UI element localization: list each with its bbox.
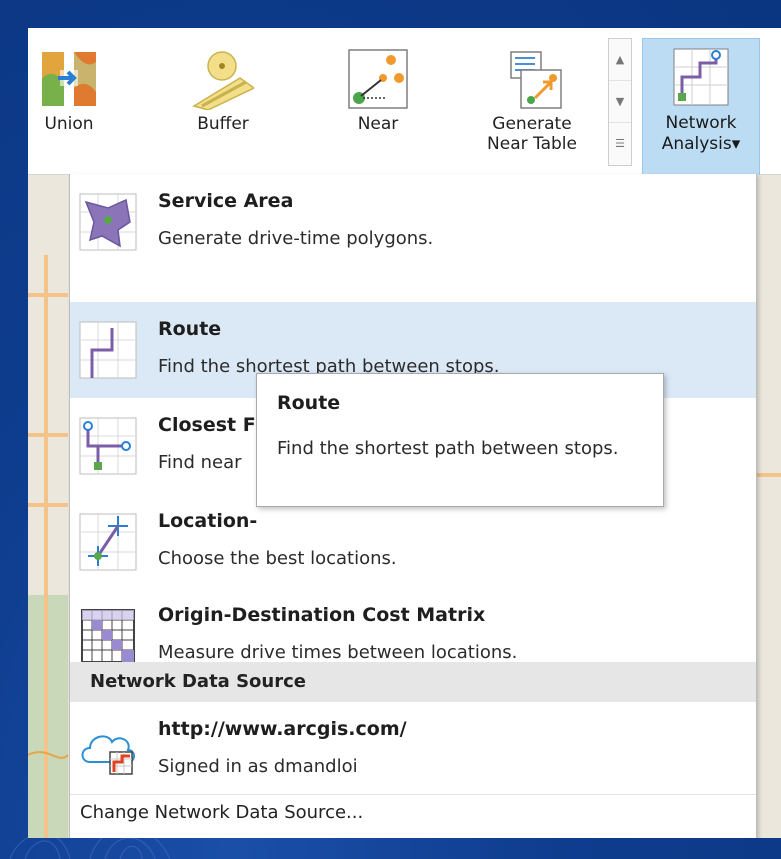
- buffer-label: Buffer: [197, 114, 249, 134]
- generate-label-line2: Near Table: [487, 134, 577, 154]
- near-icon: [348, 49, 408, 109]
- network-label-line2: Analysis: [661, 134, 732, 154]
- union-label: Union: [44, 114, 94, 134]
- buffer-icon: [192, 51, 254, 110]
- gallery-scroll-up-button[interactable]: ▲: [609, 39, 631, 81]
- location-allocation-desc: Choose the best locations.: [158, 548, 397, 569]
- generate-label-line1: Generate: [492, 114, 572, 134]
- network-analysis-icon: [673, 48, 729, 106]
- union-icon: [42, 52, 96, 106]
- od-cost-matrix-title: Origin-Destination Cost Matrix: [158, 604, 486, 626]
- ribbon-gallery-scroll: ▲ ▼ ☰: [608, 38, 632, 166]
- buffer-button[interactable]: Buffer: [178, 28, 268, 174]
- location-allocation-icon: [79, 513, 137, 571]
- section-header-network-data-source: Network Data Source: [70, 662, 756, 702]
- service-area-desc: Generate drive-time polygons.: [158, 228, 434, 249]
- union-button[interactable]: Union: [34, 28, 104, 174]
- menu-divider: [70, 794, 756, 795]
- gallery-expand-button[interactable]: ☰: [609, 123, 631, 164]
- network-label-line1: Network: [665, 113, 737, 133]
- od-cost-matrix-icon: [81, 609, 135, 663]
- ribbon-toolbar: Union Buffer Near Generate Near Table ▲ …: [28, 28, 781, 176]
- tooltip-body: Find the shortest path between stops.: [277, 438, 619, 459]
- near-label: Near: [357, 114, 399, 134]
- network-analysis-button[interactable]: Network Analysis▾: [642, 38, 760, 176]
- generate-near-table-button[interactable]: Generate Near Table: [472, 28, 592, 174]
- chevron-down-icon: ▾: [731, 134, 741, 154]
- near-button[interactable]: Near: [338, 28, 418, 174]
- closest-facility-desc: Find near: [158, 452, 242, 473]
- menu-item-service-area[interactable]: Service Area Generate drive-time polygon…: [70, 174, 756, 270]
- route-title: Route: [158, 318, 222, 340]
- route-tooltip: Route Find the shortest path between sto…: [256, 373, 664, 507]
- app-window: Union Buffer Near Generate Near Table ▲ …: [28, 28, 781, 838]
- change-network-data-source-button[interactable]: Change Network Data Source...: [80, 802, 363, 823]
- route-icon: [79, 321, 137, 379]
- od-cost-matrix-desc: Measure drive times between locations.: [158, 642, 518, 663]
- data-source-url: http://www.arcgis.com/: [158, 718, 407, 740]
- generate-near-table-label: Generate Near Table: [487, 114, 577, 154]
- closest-facility-icon: [79, 417, 137, 475]
- arcgis-cloud-icon: [81, 735, 135, 775]
- menu-item-data-source[interactable]: http://www.arcgis.com/ Signed in as dman…: [70, 702, 756, 794]
- service-area-title: Service Area: [158, 190, 294, 212]
- network-analysis-label: Network Analysis▾: [662, 113, 741, 155]
- gallery-scroll-down-button[interactable]: ▼: [609, 81, 631, 123]
- tooltip-title: Route: [277, 392, 341, 414]
- location-allocation-title: Location-: [158, 510, 258, 532]
- data-source-signed-in: Signed in as dmandloi: [158, 756, 358, 777]
- generate-near-table-icon: [510, 51, 562, 109]
- menu-item-location-allocation[interactable]: Location- Choose the best locations.: [70, 494, 756, 590]
- service-area-icon: [79, 193, 137, 251]
- closest-facility-title: Closest F: [158, 414, 256, 436]
